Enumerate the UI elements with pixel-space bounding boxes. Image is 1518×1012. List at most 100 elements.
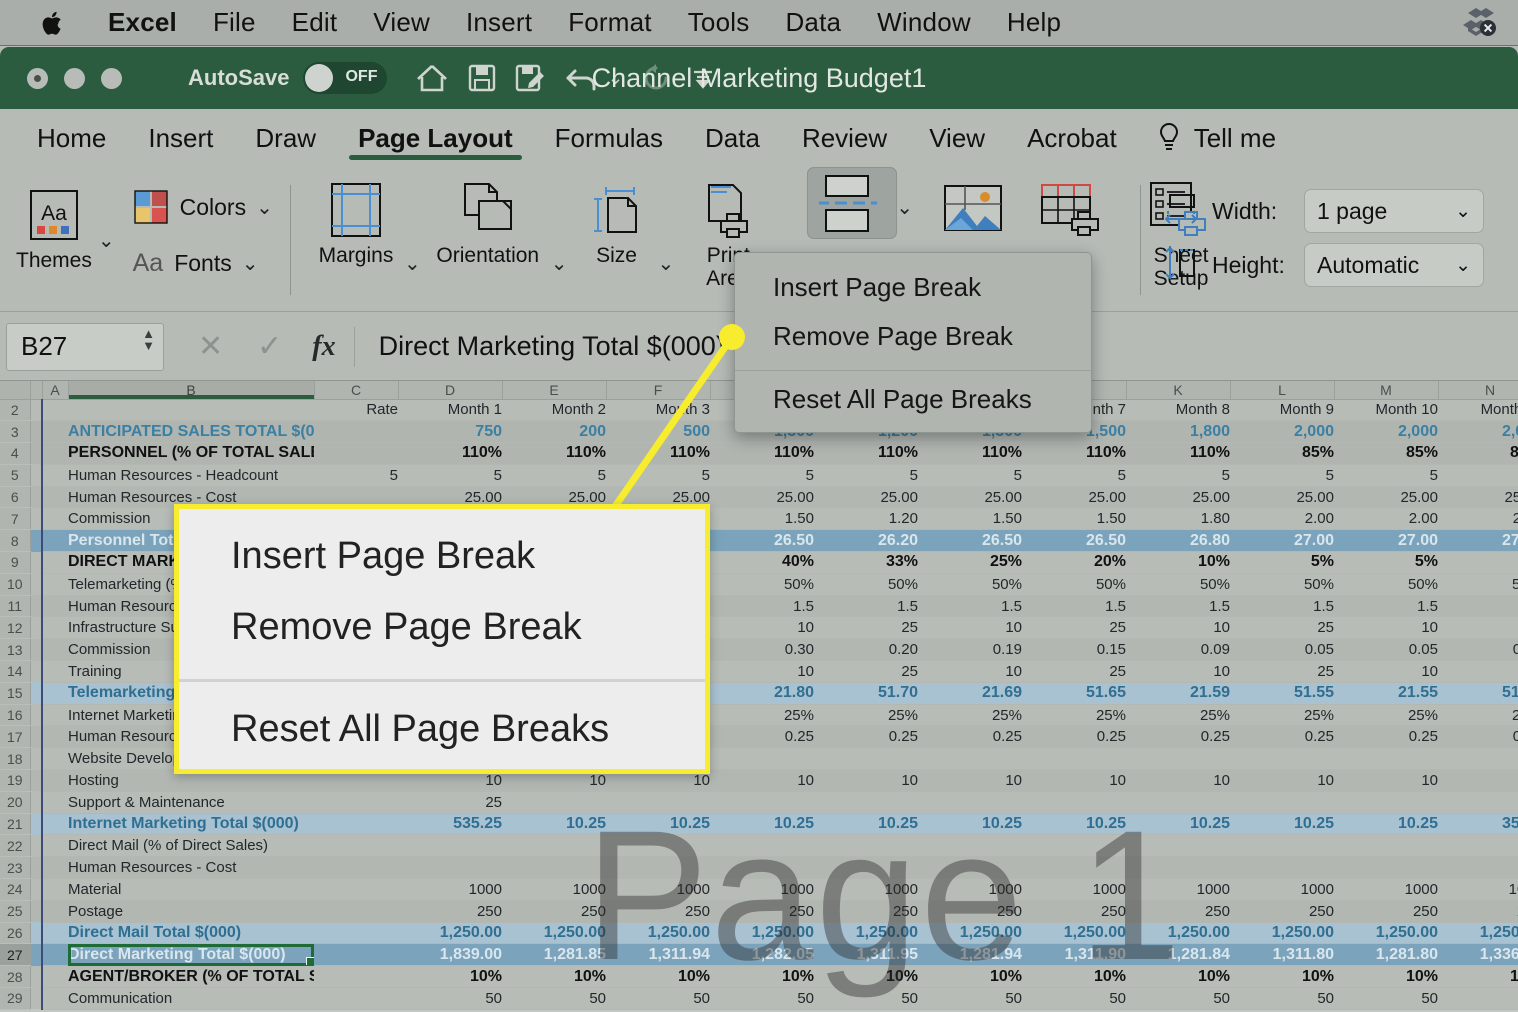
cell-F5[interactable]: 5: [606, 464, 710, 487]
row-header-17[interactable]: 17: [0, 725, 31, 749]
cell-M25[interactable]: 250: [1334, 900, 1438, 923]
cell-H17[interactable]: 0.25: [814, 725, 918, 749]
cell-H13[interactable]: 0.20: [814, 638, 918, 662]
row-header-10[interactable]: 10: [0, 573, 31, 596]
column-header-K[interactable]: K: [1126, 381, 1231, 400]
cell-J8[interactable]: 26.50: [1022, 529, 1126, 553]
cell-G14[interactable]: 10: [710, 660, 814, 683]
cell-I5[interactable]: 5: [918, 464, 1022, 487]
margins-chevron-down-icon[interactable]: ⌄: [404, 251, 421, 276]
cell-I22[interactable]: [918, 834, 1022, 858]
cell-H26[interactable]: 1,250.00: [814, 922, 918, 945]
cell-A12[interactable]: [42, 616, 68, 640]
cell-I8[interactable]: 26.50: [918, 529, 1022, 553]
cell-B3[interactable]: ANTICIPATED SALES TOTAL $(000): [68, 420, 314, 444]
cell-B25[interactable]: Postage: [68, 900, 314, 923]
cell-D29[interactable]: 50: [398, 987, 502, 1010]
cell-G16[interactable]: 25%: [710, 704, 814, 727]
tab-acrobat[interactable]: Acrobat: [1006, 109, 1138, 167]
cell-H22[interactable]: [814, 834, 918, 858]
cell-C3[interactable]: [314, 420, 398, 444]
cell-L7[interactable]: 2.00: [1230, 507, 1334, 531]
cell-A27[interactable]: [42, 943, 68, 967]
confirm-icon[interactable]: ✓: [257, 329, 282, 364]
cell-L25[interactable]: 250: [1230, 900, 1334, 923]
cell-K3[interactable]: 1,800: [1126, 420, 1230, 444]
cell-J13[interactable]: 0.15: [1022, 638, 1126, 662]
cell-H23[interactable]: [814, 856, 918, 880]
cell-G25[interactable]: 250: [710, 900, 814, 923]
table-row[interactable]: 28AGENT/BROKER (% OF TOTAL SALES)10%10%1…: [0, 965, 1518, 989]
cell-M22[interactable]: [1334, 834, 1438, 858]
cell-H9[interactable]: 33%: [814, 551, 918, 574]
cell-J19[interactable]: 10: [1022, 769, 1126, 792]
cell-I16[interactable]: 25%: [918, 704, 1022, 727]
cell-N17[interactable]: 0.25: [1438, 725, 1518, 749]
cell-G17[interactable]: 0.25: [710, 725, 814, 749]
row-header-18[interactable]: 18: [0, 747, 31, 771]
cell-D26[interactable]: 1,250.00: [398, 922, 502, 945]
row-header-3[interactable]: 3: [0, 420, 31, 444]
cell-G13[interactable]: 0.30: [710, 638, 814, 662]
cell-H28[interactable]: 10%: [814, 965, 918, 989]
cell-F28[interactable]: 10%: [606, 965, 710, 989]
menu-item-reset-all-page-breaks[interactable]: Reset All Page Breaks: [735, 375, 1091, 424]
cell-E22[interactable]: [502, 834, 606, 858]
cell-E5[interactable]: 5: [502, 464, 606, 487]
cell-G19[interactable]: 10: [710, 769, 814, 792]
cell-K23[interactable]: [1126, 856, 1230, 880]
cell-E29[interactable]: 50: [502, 987, 606, 1010]
cell-E28[interactable]: 10%: [502, 965, 606, 989]
cell-F2[interactable]: Month 3: [606, 399, 710, 422]
cell-C28[interactable]: [314, 965, 398, 989]
cell-H18[interactable]: [814, 747, 918, 771]
cell-L18[interactable]: [1230, 747, 1334, 771]
cell-H19[interactable]: 10: [814, 769, 918, 792]
cell-K7[interactable]: 1.80: [1126, 507, 1230, 531]
cell-J14[interactable]: 25: [1022, 660, 1126, 683]
tab-home[interactable]: Home: [16, 109, 127, 167]
cell-N26[interactable]: 1,250.00: [1438, 922, 1518, 945]
cell-N19[interactable]: 10: [1438, 769, 1518, 792]
cell-K21[interactable]: 10.25: [1126, 813, 1230, 836]
table-row[interactable]: 4 PERSONNEL (% OF TOTAL SALES) 110% 110% 110…: [0, 442, 1518, 465]
tab-insert[interactable]: Insert: [127, 109, 234, 167]
colors-button[interactable]: Colors ⌄: [133, 189, 273, 225]
cell-H8[interactable]: 26.20: [814, 529, 918, 553]
cell-H4[interactable]: 110%: [814, 442, 918, 465]
cell-C23[interactable]: [314, 856, 398, 880]
cell-N27[interactable]: 1,336.80: [1438, 943, 1518, 967]
cell-H27[interactable]: 1,311.95: [814, 943, 918, 967]
cell-A9[interactable]: [42, 551, 68, 574]
cell-D28[interactable]: 10%: [398, 965, 502, 989]
row-header-13[interactable]: 13: [0, 638, 31, 662]
cell-M11[interactable]: 1.5: [1334, 595, 1438, 618]
cell-L3[interactable]: 2,000: [1230, 420, 1334, 444]
cell-M2[interactable]: Month 10: [1334, 399, 1438, 422]
cell-M16[interactable]: 25%: [1334, 704, 1438, 727]
cell-M4[interactable]: 85%: [1334, 442, 1438, 465]
cell-L5[interactable]: 5: [1230, 464, 1334, 487]
cell-L24[interactable]: 1000: [1230, 878, 1334, 901]
row-header-16[interactable]: 16: [0, 704, 31, 727]
cell-D25[interactable]: 250: [398, 900, 502, 923]
cell-J25[interactable]: 250: [1022, 900, 1126, 923]
cell-N22[interactable]: [1438, 834, 1518, 858]
formula-input[interactable]: Direct Marketing Total $(000): [379, 331, 725, 362]
cell-J23[interactable]: [1022, 856, 1126, 880]
cell-K16[interactable]: 25%: [1126, 704, 1230, 727]
cell-N11[interactable]: 1.5: [1438, 595, 1518, 618]
cell-N6[interactable]: 25.00: [1438, 486, 1518, 509]
row-header-26[interactable]: 26: [0, 922, 31, 945]
cell-M27[interactable]: 1,281.80: [1334, 943, 1438, 967]
cell-K17[interactable]: 0.25: [1126, 725, 1230, 749]
cell-H14[interactable]: 25: [814, 660, 918, 683]
cell-D4[interactable]: 110%: [398, 442, 502, 465]
fonts-chevron-down-icon[interactable]: ⌄: [242, 251, 259, 276]
row-header-11[interactable]: 11: [0, 595, 31, 618]
cell-M9[interactable]: 5%: [1334, 551, 1438, 574]
redo-icon[interactable]: [641, 63, 671, 93]
cell-G7[interactable]: 1.50: [710, 507, 814, 531]
cell-F29[interactable]: 50: [606, 987, 710, 1010]
cell-J24[interactable]: 1000: [1022, 878, 1126, 901]
